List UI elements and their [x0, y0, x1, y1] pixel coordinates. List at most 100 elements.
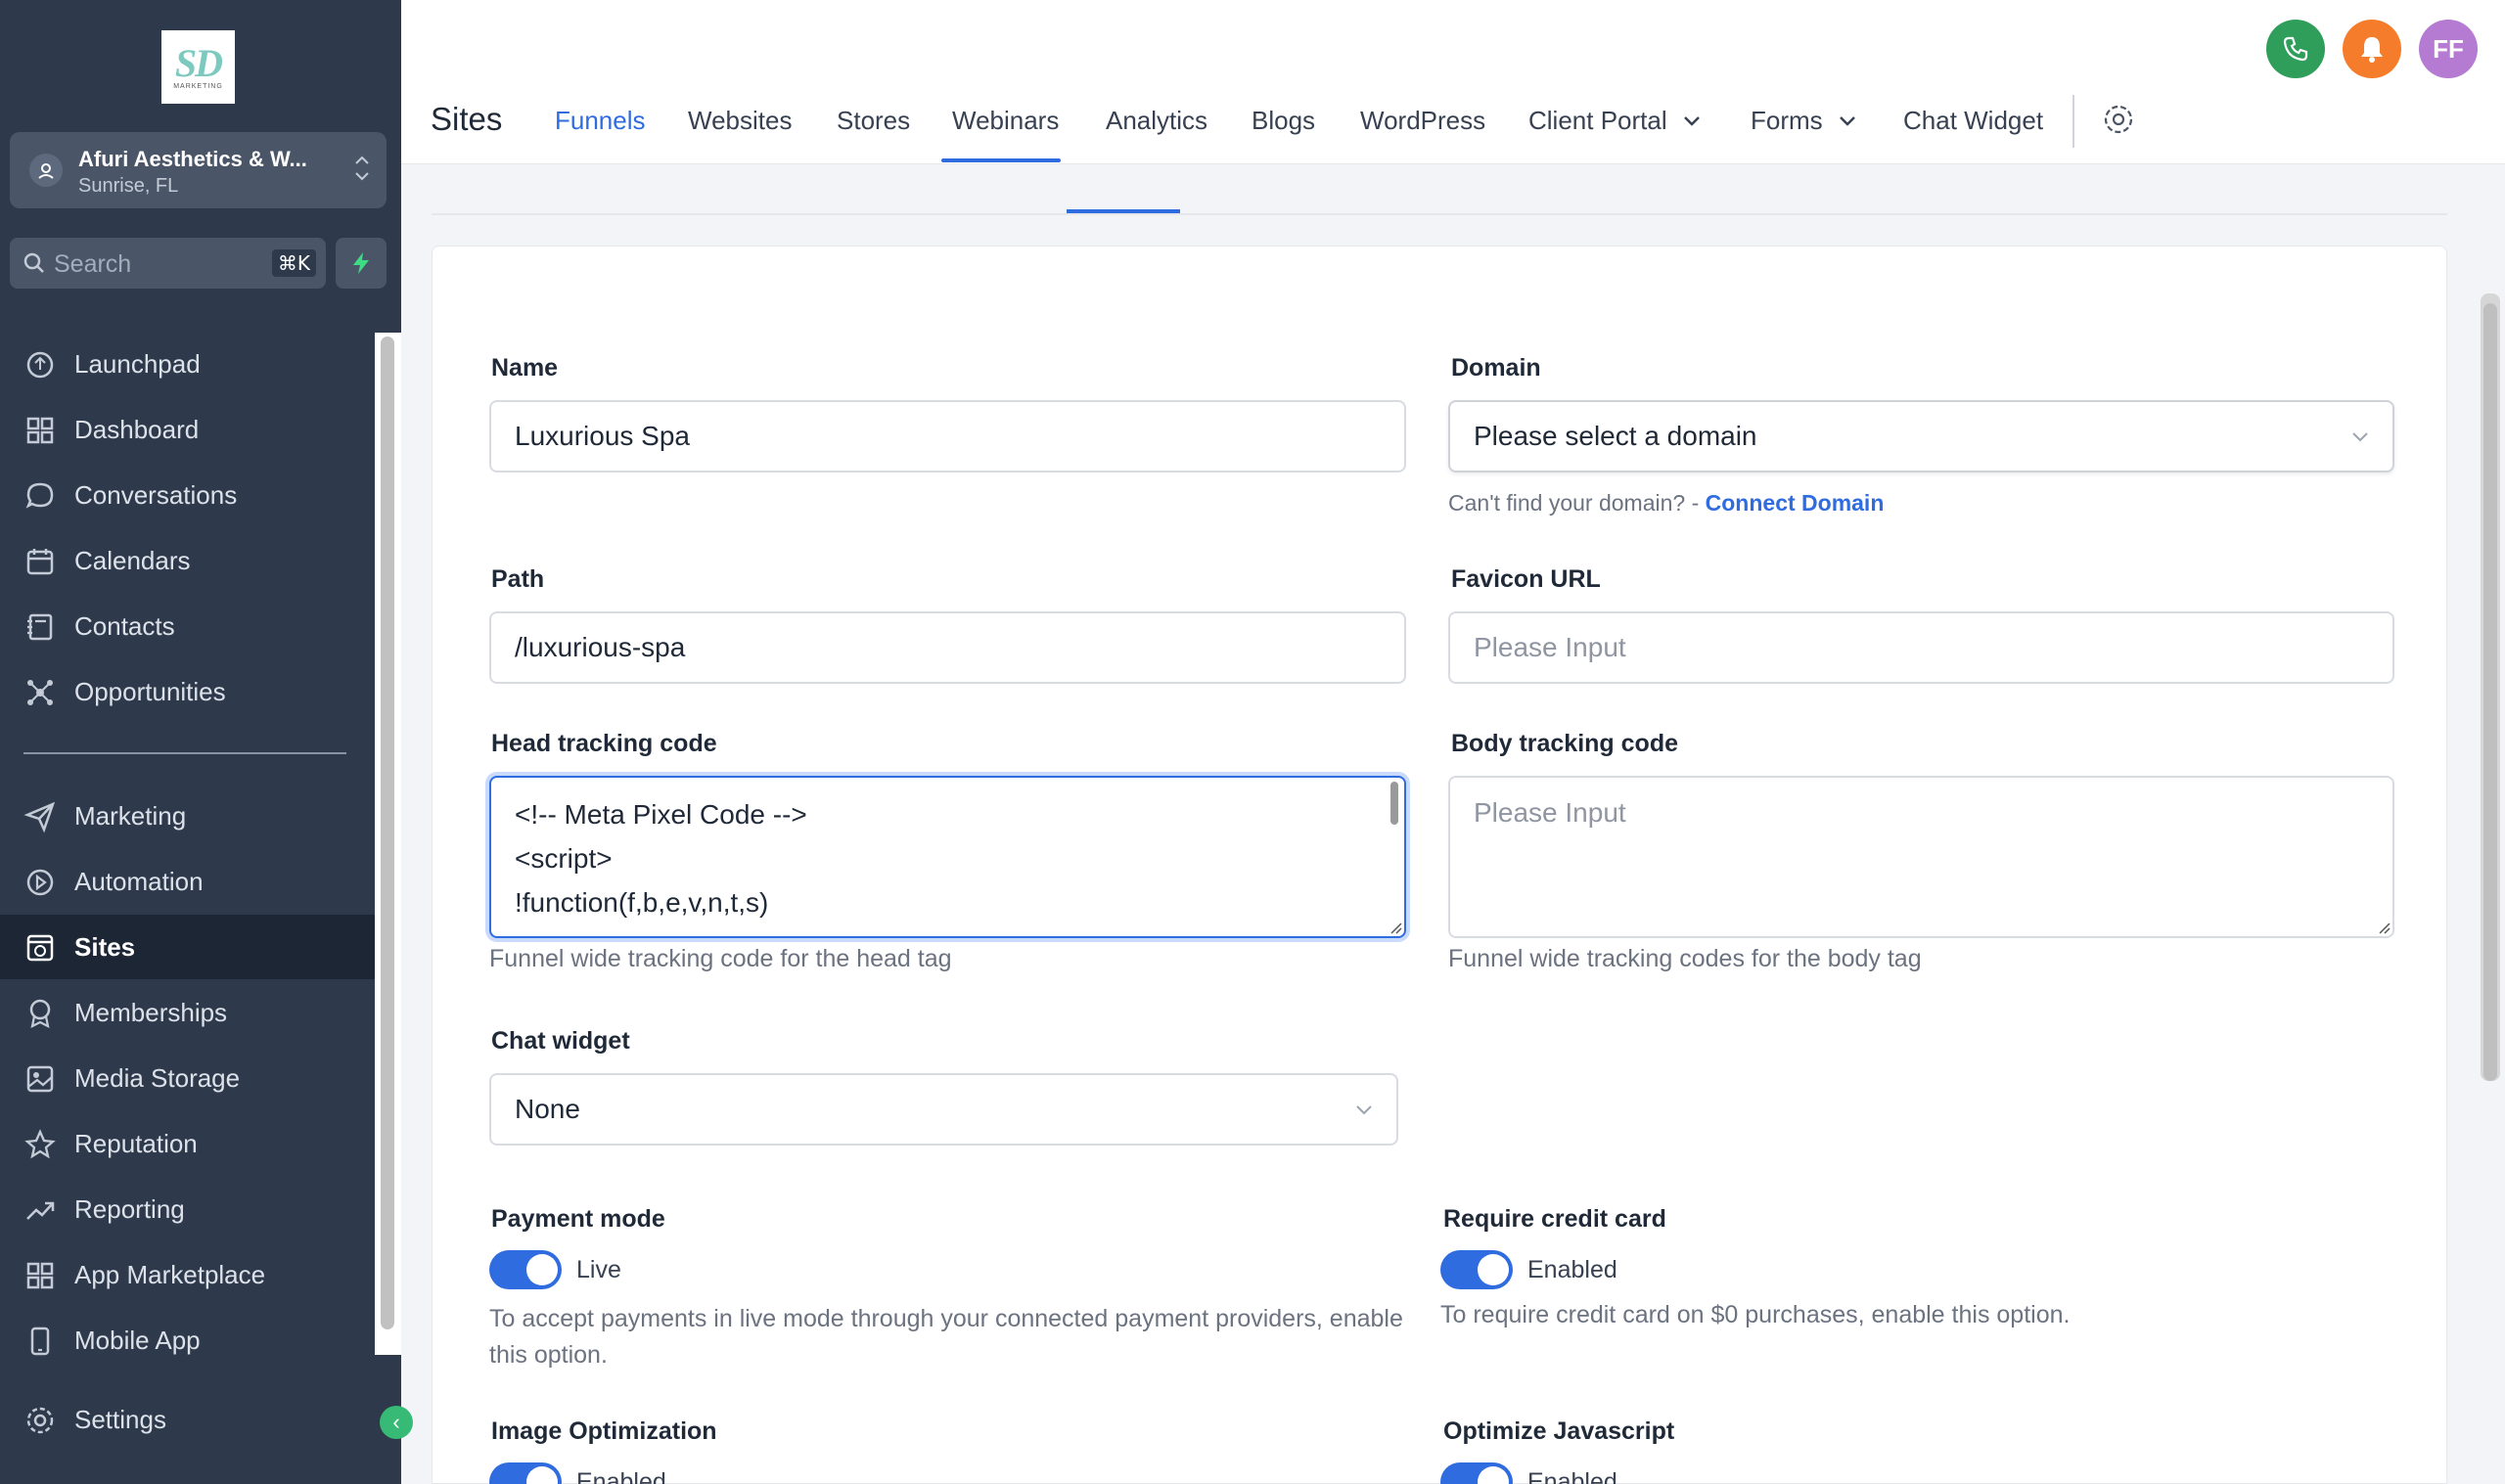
payment-mode-toggle[interactable] [489, 1250, 562, 1289]
sidebar-item-memberships[interactable]: Memberships [0, 980, 375, 1045]
name-label: Name [491, 354, 559, 382]
logo-subtext: MARKETING [173, 83, 223, 90]
sidebar-scrollbar[interactable] [375, 333, 401, 1355]
chat-icon [25, 482, 54, 509]
sidebar-item-marketing[interactable]: Marketing [0, 784, 375, 848]
account-name: Afuri Aesthetics & W... [78, 147, 307, 171]
sidebar-item-conversations[interactable]: Conversations [0, 463, 375, 527]
sidebar-item-mobile-app[interactable]: Mobile App [0, 1308, 375, 1372]
path-input[interactable]: /luxurious-spa [489, 611, 1406, 684]
tab-label: Webinars [952, 106, 1060, 135]
image-optimization-label: Image Optimization [491, 1417, 717, 1445]
notifications-button[interactable] [2343, 20, 2401, 78]
chat-widget-label: Chat widget [491, 1027, 630, 1055]
trend-icon [26, 1201, 55, 1220]
sidebar-item-opportunities[interactable]: Opportunities [0, 659, 375, 724]
active-tab-indicator [941, 158, 1061, 162]
optimize-js-label: Optimize Javascript [1443, 1417, 1675, 1445]
phone-button[interactable] [2266, 20, 2325, 78]
optimize-js-toggle[interactable] [1440, 1462, 1513, 1484]
code-line: <!-- Meta Pixel Code --> [515, 799, 807, 830]
sidebar-item-app-marketplace[interactable]: App Marketplace [0, 1242, 375, 1307]
send-icon [23, 801, 56, 833]
page-title: Sites [431, 101, 503, 137]
require-cc-state: Enabled [1527, 1256, 1617, 1283]
contacts-icon [27, 613, 53, 641]
body-code-textarea[interactable]: Please Input [1448, 776, 2394, 938]
body-code-placeholder: Please Input [1474, 797, 1626, 828]
require-cc-help: To require credit card on $0 purchases, … [1440, 1301, 2071, 1328]
sidebar-item-label: Opportunities [74, 677, 226, 706]
domain-help-text: Can't find your domain? - [1448, 490, 1700, 516]
favicon-label: Favicon URL [1451, 565, 1601, 593]
collapse-sidebar-button[interactable]: ‹ [380, 1406, 413, 1439]
head-code-textarea[interactable]: <!-- Meta Pixel Code --> <script> !funct… [489, 776, 1406, 938]
sidebar-item-label: Settings [74, 1405, 166, 1434]
sidebar-item-contacts[interactable]: Contacts [0, 594, 375, 658]
sidebar-item-settings[interactable]: Settings [0, 1387, 375, 1452]
gear-icon [26, 1407, 54, 1434]
chevron-down-icon [1683, 116, 1700, 126]
image-optimization-toggle[interactable] [489, 1462, 562, 1484]
sidebar-item-label: Memberships [74, 998, 228, 1027]
automation-icon [26, 869, 54, 896]
tab-blogs[interactable]: Blogs [1252, 106, 1315, 136]
tab-label: Websites [688, 106, 793, 135]
sidebar-item-launchpad[interactable]: Launchpad [0, 332, 375, 396]
launchpad-icon [26, 351, 54, 379]
main-scrollbar[interactable] [2481, 293, 2500, 1081]
company-logo[interactable]: SD MARKETING [161, 30, 235, 104]
tab-webinars[interactable]: Webinars [952, 106, 1059, 136]
tab-client-portal[interactable]: Client Portal [1528, 106, 1703, 136]
chevron-down-icon [2352, 432, 2368, 442]
resize-handle-icon[interactable] [2377, 921, 2391, 934]
domain-placeholder: Please select a domain [1474, 421, 1757, 451]
logo-monogram: SD [174, 41, 223, 85]
search-placeholder: Search [54, 250, 132, 278]
avatar-initials: FF [2433, 33, 2464, 64]
quick-actions-button[interactable] [336, 238, 387, 289]
sidebar-item-media-storage[interactable]: Media Storage [0, 1046, 375, 1110]
tab-funnels[interactable]: Funnels [555, 106, 646, 136]
sidebar-item-calendars[interactable]: Calendars [0, 528, 375, 593]
gear-icon [2104, 105, 2133, 134]
tab-wordpress[interactable]: WordPress [1360, 106, 1485, 136]
top-header: FF Sites Funnels Websites Stores Webinars An… [401, 0, 2505, 164]
image-optimization-state: Enabled [576, 1468, 666, 1484]
search-icon [22, 250, 47, 281]
name-input[interactable]: Luxurious Spa [489, 400, 1406, 472]
sidebar-item-label: Mobile App [74, 1326, 201, 1355]
tab-analytics[interactable]: Analytics [1106, 106, 1207, 136]
sidebar-item-label: Calendars [74, 546, 191, 575]
tab-websites[interactable]: Websites [688, 106, 792, 136]
tab-forms[interactable]: Forms [1751, 106, 1858, 136]
sidebar-item-reputation[interactable]: Reputation [0, 1111, 375, 1176]
tab-label: WordPress [1360, 106, 1486, 135]
head-code-label: Head tracking code [491, 730, 717, 757]
chevron-down-icon [1839, 116, 1855, 126]
tab-stores[interactable]: Stores [837, 106, 910, 136]
sites-settings-button[interactable] [2101, 102, 2136, 142]
require-cc-toggle[interactable] [1440, 1250, 1513, 1289]
image-icon [26, 1065, 54, 1093]
tab-chat-widget[interactable]: Chat Widget [1903, 106, 2043, 136]
account-switcher[interactable]: Afuri Aesthetics & W... Sunrise, FL [10, 132, 387, 208]
domain-label: Domain [1451, 354, 1541, 382]
sidebar-item-dashboard[interactable]: Dashboard [0, 397, 375, 462]
tab-label: Blogs [1252, 106, 1316, 135]
domain-select[interactable]: Please select a domain [1448, 400, 2394, 472]
sidebar-item-reporting[interactable]: Reporting [0, 1177, 375, 1241]
connect-domain-link[interactable]: Connect Domain [1706, 490, 1885, 516]
textarea-scrollbar[interactable] [1390, 782, 1398, 825]
resize-handle-icon[interactable] [1389, 921, 1402, 934]
code-line: !function(f,b,e,v,n,t,s) [515, 887, 769, 918]
sidebar-item-sites[interactable]: Sites [0, 915, 375, 979]
sidebar-item-automation[interactable]: Automation [0, 849, 375, 914]
lightning-icon [353, 252, 369, 274]
sidebar-search[interactable]: Search ⌘K [10, 238, 326, 289]
chat-widget-select[interactable]: None [489, 1073, 1398, 1146]
user-avatar[interactable]: FF [2419, 20, 2478, 78]
sidebar-item-label: Reporting [74, 1194, 185, 1224]
sidebar-item-label: App Marketplace [74, 1260, 266, 1289]
favicon-input[interactable]: Please Input [1448, 611, 2394, 684]
